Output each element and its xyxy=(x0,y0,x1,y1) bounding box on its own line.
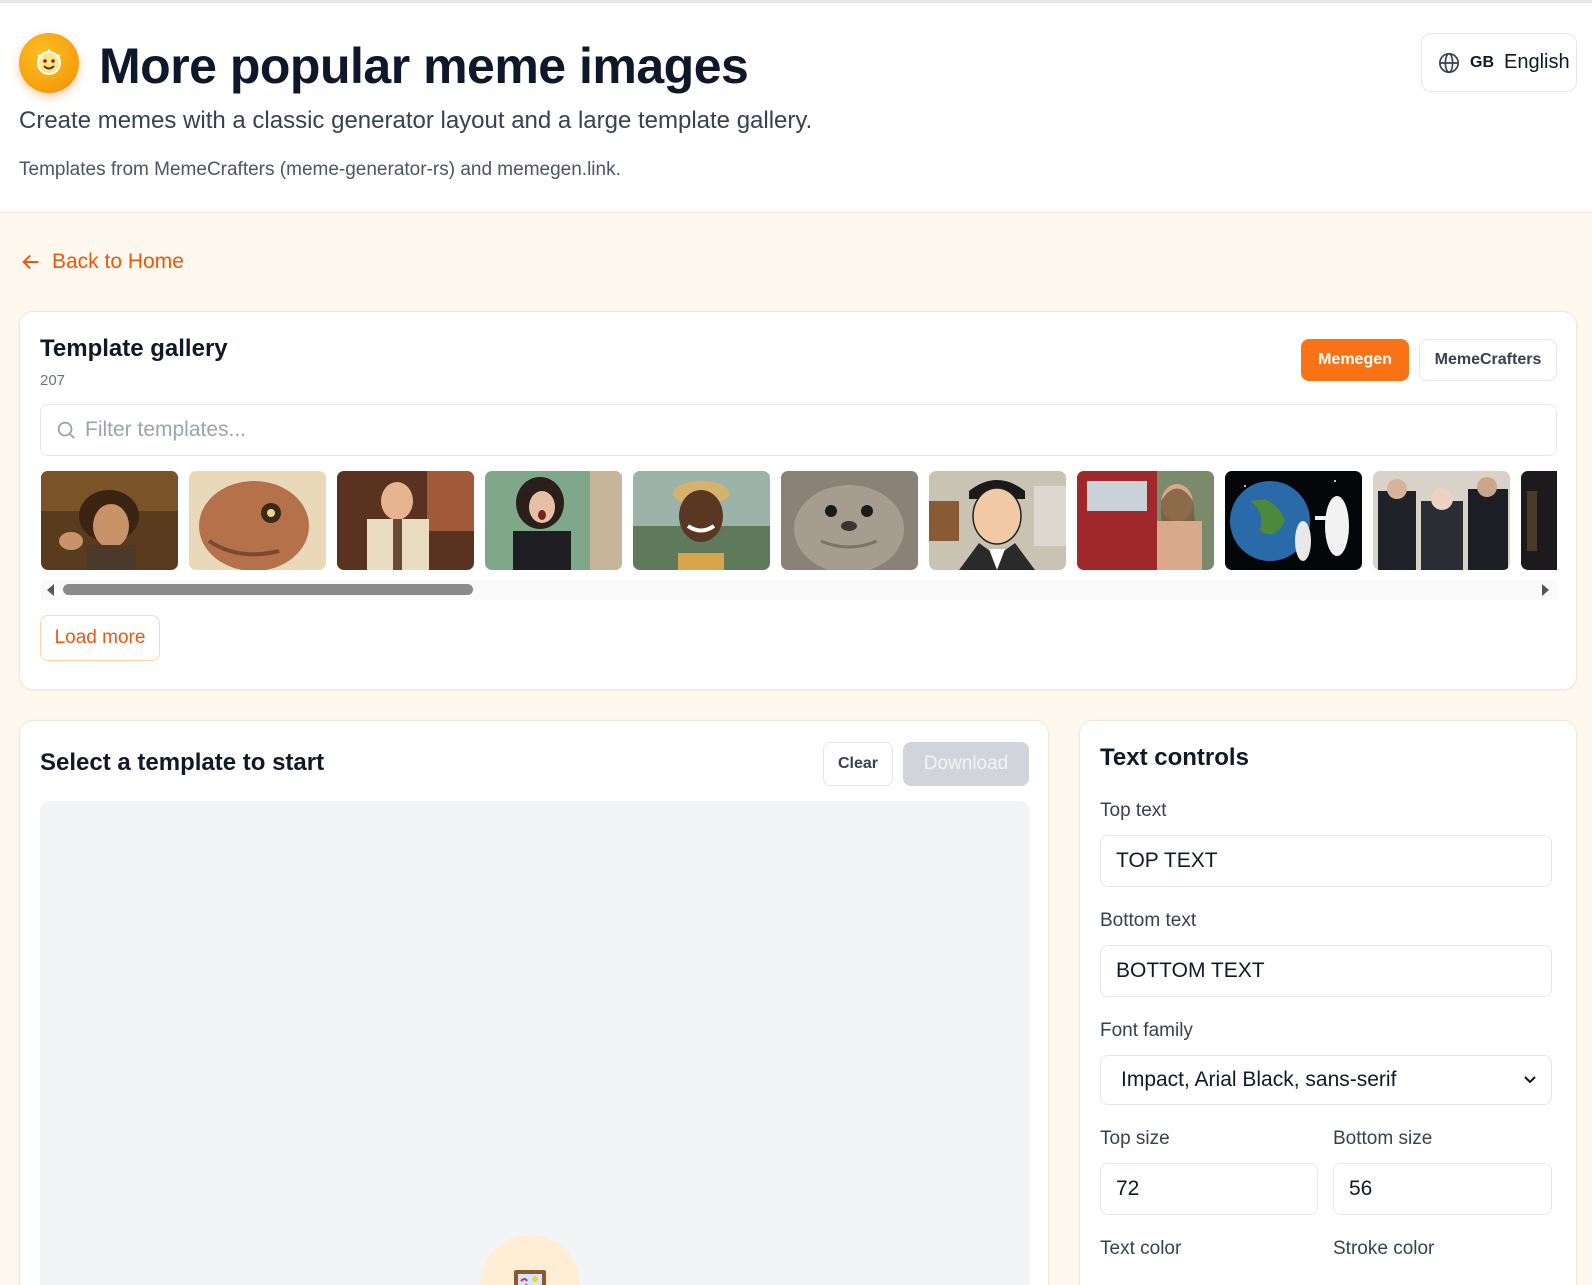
clear-button[interactable]: Clear xyxy=(823,742,893,786)
top-text-input[interactable] xyxy=(1100,835,1552,887)
framed-picture-icon xyxy=(514,1270,546,1285)
arrow-left-icon xyxy=(22,254,39,270)
template-thumb-admiral-ackbar[interactable] xyxy=(189,471,326,570)
placeholder-badge xyxy=(480,1235,580,1285)
template-thumb-awkward-seal[interactable] xyxy=(781,471,918,570)
font-family-select[interactable]: Impact, Arial Black, sans-serif xyxy=(1100,1055,1552,1105)
template-thumb-laughing-men[interactable] xyxy=(1373,471,1510,570)
bottom-size-label: Bottom size xyxy=(1333,1128,1433,1149)
meme-canvas-placeholder xyxy=(40,801,1030,1285)
meme-editor: Select a template to start Clear Downloa… xyxy=(19,720,1049,1285)
top-text-label: Top text xyxy=(1100,800,1167,821)
editor-title: Select a template to start xyxy=(40,749,325,776)
template-credits: Templates from MemeCrafters (meme-genera… xyxy=(19,159,621,180)
scrollbar-thumb[interactable] xyxy=(63,584,473,595)
filter-input[interactable] xyxy=(85,418,1485,442)
scroll-left-arrow-icon[interactable] xyxy=(47,584,54,596)
load-more-button[interactable]: Load more xyxy=(40,615,160,661)
source-memecrafters-button[interactable]: MemeCrafters xyxy=(1419,339,1557,381)
globe-icon xyxy=(1439,52,1459,73)
template-thumb-redneck-mullet[interactable] xyxy=(1077,471,1214,570)
language-label: English xyxy=(1504,51,1570,73)
page-header: More popular meme images Create memes wi… xyxy=(0,3,1592,213)
page-subtitle: Create memes with a classic generator la… xyxy=(19,107,813,134)
controls-title: Text controls xyxy=(1100,744,1249,771)
template-thumb-ancient-aliens[interactable] xyxy=(41,471,178,570)
back-to-home-link[interactable]: Back to Home xyxy=(20,250,184,274)
bottom-size-input[interactable] xyxy=(1333,1163,1552,1215)
template-count: 207 xyxy=(40,372,66,389)
template-thumb-always-has-been[interactable] xyxy=(1225,471,1362,570)
app-logo xyxy=(19,33,79,93)
bottom-text-input[interactable] xyxy=(1100,945,1552,997)
smiley-logo-icon xyxy=(37,49,61,75)
scroll-right-arrow-icon[interactable] xyxy=(1542,584,1549,596)
back-to-home-label: Back to Home xyxy=(52,250,184,273)
filter-field[interactable] xyxy=(40,404,1557,456)
template-thumb-agatha-shouting[interactable] xyxy=(485,471,622,570)
template-thumbnail-strip[interactable] xyxy=(41,471,1557,571)
template-gallery: Template gallery 207 Memegen MemeCrafter… xyxy=(19,311,1577,690)
template-thumb-andy-shocked[interactable] xyxy=(337,471,474,570)
chevron-down-icon xyxy=(1524,1076,1536,1084)
gallery-title: Template gallery xyxy=(40,335,228,362)
template-thumb-archer[interactable] xyxy=(929,471,1066,570)
source-memegen-button[interactable]: Memegen xyxy=(1301,339,1409,381)
template-thumb-sweet-brown[interactable] xyxy=(633,471,770,570)
language-selector[interactable]: GB English xyxy=(1421,33,1577,92)
text-controls-panel: Text controls Top text Bottom text Font … xyxy=(1079,720,1577,1285)
top-size-label: Top size xyxy=(1100,1128,1170,1149)
stroke-color-label: Stroke color xyxy=(1333,1238,1435,1259)
template-thumb-partial[interactable] xyxy=(1521,471,1557,570)
page-title: More popular meme images xyxy=(99,38,749,94)
font-family-label: Font family xyxy=(1100,1020,1193,1041)
text-color-label: Text color xyxy=(1100,1238,1182,1259)
search-icon xyxy=(57,421,75,439)
font-family-selected: Impact, Arial Black, sans-serif xyxy=(1121,1068,1397,1091)
bottom-text-label: Bottom text xyxy=(1100,910,1197,931)
thumbnail-scrollbar[interactable] xyxy=(41,580,1557,600)
download-button[interactable]: Download xyxy=(903,742,1029,786)
top-size-input[interactable] xyxy=(1100,1163,1318,1215)
language-code: GB xyxy=(1470,53,1494,71)
